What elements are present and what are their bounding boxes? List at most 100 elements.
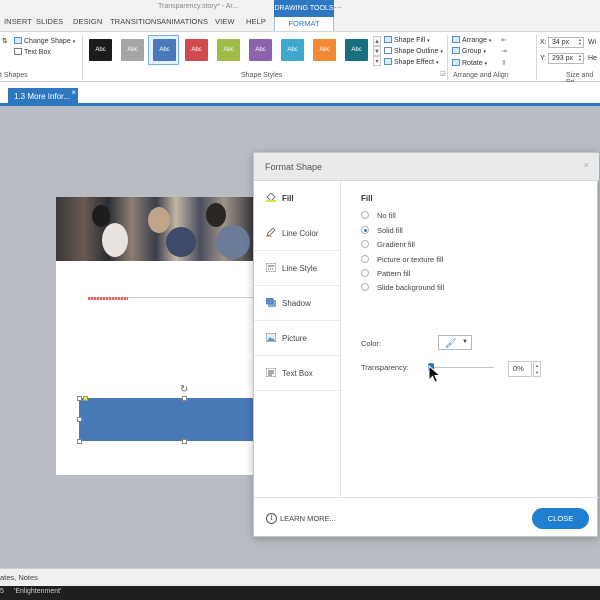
spinner-icon[interactable]: ▲ ▼ bbox=[577, 54, 583, 63]
transparency-spinner[interactable]: ▲ ▼ bbox=[533, 361, 541, 377]
tab-format[interactable]: FORMAT bbox=[274, 17, 334, 31]
radio-button[interactable] bbox=[361, 255, 369, 263]
width-label: Wi bbox=[588, 39, 597, 46]
resize-handle[interactable] bbox=[77, 439, 82, 444]
tab-transitions[interactable]: TRANSITIONS bbox=[110, 17, 162, 26]
gallery-scroll[interactable]: ▲ ▼ ▾ bbox=[373, 36, 381, 66]
change-shape-button[interactable]: Change Shape ▾ bbox=[14, 37, 75, 45]
spinner-icon[interactable]: ▲ ▼ bbox=[577, 38, 583, 47]
taskbar-number: 5 bbox=[0, 588, 4, 595]
pencil-icon bbox=[266, 228, 276, 237]
resize-handle[interactable] bbox=[182, 439, 187, 444]
shape-style-swatch[interactable]: Abc bbox=[89, 39, 112, 61]
gallery-up-icon[interactable]: ▲ bbox=[373, 36, 381, 46]
radio-button[interactable] bbox=[361, 269, 369, 277]
nav-item-shadow[interactable]: Shadow bbox=[254, 286, 341, 321]
transparency-percent-field[interactable]: 0% bbox=[508, 361, 532, 377]
group-divider bbox=[82, 35, 83, 80]
nav-item-picture[interactable]: Picture bbox=[254, 321, 341, 356]
y-position-field[interactable]: 293 px ▲ ▼ bbox=[548, 53, 584, 64]
close-icon[interactable]: × bbox=[584, 160, 589, 170]
shape-fill-icon bbox=[384, 36, 392, 43]
group-divider bbox=[536, 35, 537, 80]
gallery-down-icon[interactable]: ▼ bbox=[373, 46, 381, 56]
chevron-down-icon: ▾ bbox=[488, 38, 492, 44]
x-position-field[interactable]: 34 px ▲ ▼ bbox=[548, 37, 584, 48]
tab-insert[interactable]: INSERT bbox=[4, 17, 32, 26]
fill-option-label: No fill bbox=[377, 211, 396, 220]
nav-item-line-style[interactable]: Line Style bbox=[254, 251, 341, 286]
resize-handle[interactable] bbox=[77, 396, 82, 401]
text-box-label: Text Box bbox=[24, 49, 51, 56]
tab-animations[interactable]: ANIMATIONS bbox=[161, 17, 208, 26]
shape-style-swatch[interactable]: Abc bbox=[313, 39, 336, 61]
radio-button[interactable] bbox=[361, 240, 369, 248]
group-label: Group bbox=[462, 48, 482, 55]
shape-style-swatch[interactable]: Abc bbox=[281, 39, 304, 61]
text-box-icon bbox=[266, 368, 276, 377]
photo-detail bbox=[148, 207, 170, 233]
slide[interactable]: ↻ bbox=[56, 197, 256, 475]
nav-item-text-box[interactable]: Text Box bbox=[254, 356, 341, 391]
fill-option-label: Slide background fill bbox=[377, 283, 445, 292]
slide-photo[interactable] bbox=[56, 197, 256, 261]
document-tab[interactable]: 1.3 More Infor... × bbox=[8, 88, 78, 106]
close-icon[interactable]: × bbox=[71, 84, 76, 102]
section-title: Fill bbox=[361, 194, 373, 203]
arrange-button[interactable]: Arrange ▾ bbox=[452, 36, 491, 44]
tab-slides[interactable]: SLIDES bbox=[36, 17, 63, 26]
rotate-button[interactable]: Rotate ▾ bbox=[452, 59, 487, 67]
nav-item-fill[interactable]: Fill bbox=[254, 181, 341, 216]
size-icon[interactable]: ⇕ bbox=[501, 59, 507, 67]
shape-style-swatch[interactable]: Abc bbox=[217, 39, 240, 61]
distribute-icon[interactable]: ⇥ bbox=[501, 47, 507, 55]
fill-option-label: Pattern fill bbox=[377, 269, 411, 278]
dialog-launcher-icon[interactable]: ◲ bbox=[440, 70, 446, 77]
radio-button[interactable] bbox=[361, 283, 369, 291]
shape-style-swatch[interactable]: Abc bbox=[249, 39, 272, 61]
shape-outline-icon bbox=[384, 47, 392, 54]
info-icon[interactable]: i bbox=[266, 513, 277, 524]
document-tab-label: 1.3 More Infor... bbox=[14, 92, 71, 101]
nav-label: Line Style bbox=[282, 264, 318, 273]
color-label: Color: bbox=[361, 339, 382, 348]
arrange-label: Arrange bbox=[462, 37, 487, 44]
shapes-gallery-arrow[interactable]: ⇅ bbox=[2, 37, 8, 45]
nav-item-line-color[interactable]: Line Color bbox=[254, 216, 341, 251]
shape-outline-button[interactable]: Shape Outline ▾ bbox=[384, 47, 443, 55]
rotate-handle-icon[interactable]: ↻ bbox=[180, 385, 188, 395]
tab-view[interactable]: VIEW bbox=[215, 17, 235, 26]
align-icon[interactable]: ⇤ bbox=[501, 36, 507, 44]
resize-handle[interactable] bbox=[77, 417, 82, 422]
tab-help[interactable]: HELP bbox=[246, 17, 266, 26]
taskbar-item[interactable]: 'Enlightenment' bbox=[14, 588, 61, 595]
radio-button[interactable] bbox=[361, 211, 369, 219]
resize-handle[interactable] bbox=[182, 396, 187, 401]
qat-icon[interactable]: ⋯ bbox=[334, 3, 342, 12]
selected-rectangle-shape[interactable] bbox=[79, 398, 256, 441]
shape-style-swatch[interactable]: Abc bbox=[121, 39, 144, 61]
gallery-more-icon[interactable]: ▾ bbox=[373, 56, 381, 66]
shape-effect-label: Shape Effect bbox=[394, 59, 434, 66]
dialog-header[interactable]: Format Shape × bbox=[254, 153, 599, 181]
nav-label: Fill bbox=[282, 194, 294, 203]
transparency-label: Transparency: bbox=[361, 363, 409, 372]
shape-fill-button[interactable]: Shape Fill ▾ bbox=[384, 36, 430, 44]
status-text: ates, Notes bbox=[0, 573, 38, 582]
radio-button[interactable] bbox=[361, 226, 369, 234]
shape-style-swatch[interactable]: Abc bbox=[345, 39, 368, 61]
adjust-handle[interactable] bbox=[83, 396, 88, 401]
shape-effect-button[interactable]: Shape Effect ▾ bbox=[384, 58, 438, 66]
shape-style-swatch[interactable]: Abc bbox=[185, 39, 208, 61]
format-shape-dialog: Format Shape × Fill Line Color Line Styl… bbox=[253, 152, 599, 537]
chevron-down-icon: ▾ bbox=[427, 38, 430, 44]
learn-more-link[interactable]: LEARN MORE... bbox=[280, 514, 336, 523]
change-shape-icon bbox=[14, 37, 22, 44]
shape-style-swatch[interactable]: Abc bbox=[153, 39, 176, 61]
group-button[interactable]: Group ▾ bbox=[452, 47, 486, 55]
color-picker-button[interactable]: 🖌 ▼ bbox=[438, 335, 472, 350]
text-box-button[interactable]: Text Box bbox=[14, 48, 51, 56]
tab-design[interactable]: DESIGN bbox=[73, 17, 102, 26]
shape-effect-icon bbox=[384, 58, 392, 65]
close-button[interactable]: CLOSE bbox=[532, 508, 589, 529]
